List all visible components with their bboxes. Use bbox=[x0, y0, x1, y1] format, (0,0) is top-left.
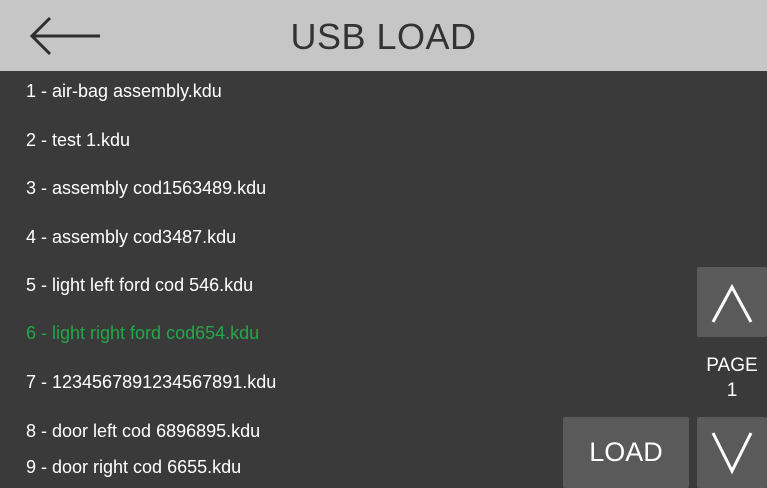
file-item-8[interactable]: 8 - door left cod 6896895.kdu bbox=[26, 421, 260, 442]
page-up-button[interactable] bbox=[697, 267, 767, 337]
page-down-button[interactable] bbox=[697, 417, 767, 488]
file-item-5[interactable]: 5 - light left ford cod 546.kdu bbox=[26, 275, 253, 296]
header-bar: USB LOAD bbox=[0, 0, 767, 71]
file-item-4[interactable]: 4 - assembly cod3487.kdu bbox=[26, 227, 236, 248]
chevron-down-icon bbox=[711, 432, 753, 475]
file-item-9[interactable]: 9 - door right cod 6655.kdu bbox=[26, 457, 241, 478]
file-item-2[interactable]: 2 - test 1.kdu bbox=[26, 130, 130, 151]
file-item-7[interactable]: 7 - 1234567891234567891.kdu bbox=[26, 372, 276, 393]
page-number: 1 bbox=[726, 380, 738, 401]
chevron-up-icon bbox=[711, 283, 753, 323]
file-item-1[interactable]: 1 - air-bag assembly.kdu bbox=[26, 81, 222, 102]
file-item-6[interactable]: 6 - light right ford cod654.kdu bbox=[26, 323, 259, 344]
page-title: USB LOAD bbox=[290, 16, 477, 57]
load-button[interactable]: LOAD bbox=[563, 417, 689, 488]
file-item-3[interactable]: 3 - assembly cod1563489.kdu bbox=[26, 178, 266, 199]
page-label: PAGE bbox=[706, 355, 758, 376]
